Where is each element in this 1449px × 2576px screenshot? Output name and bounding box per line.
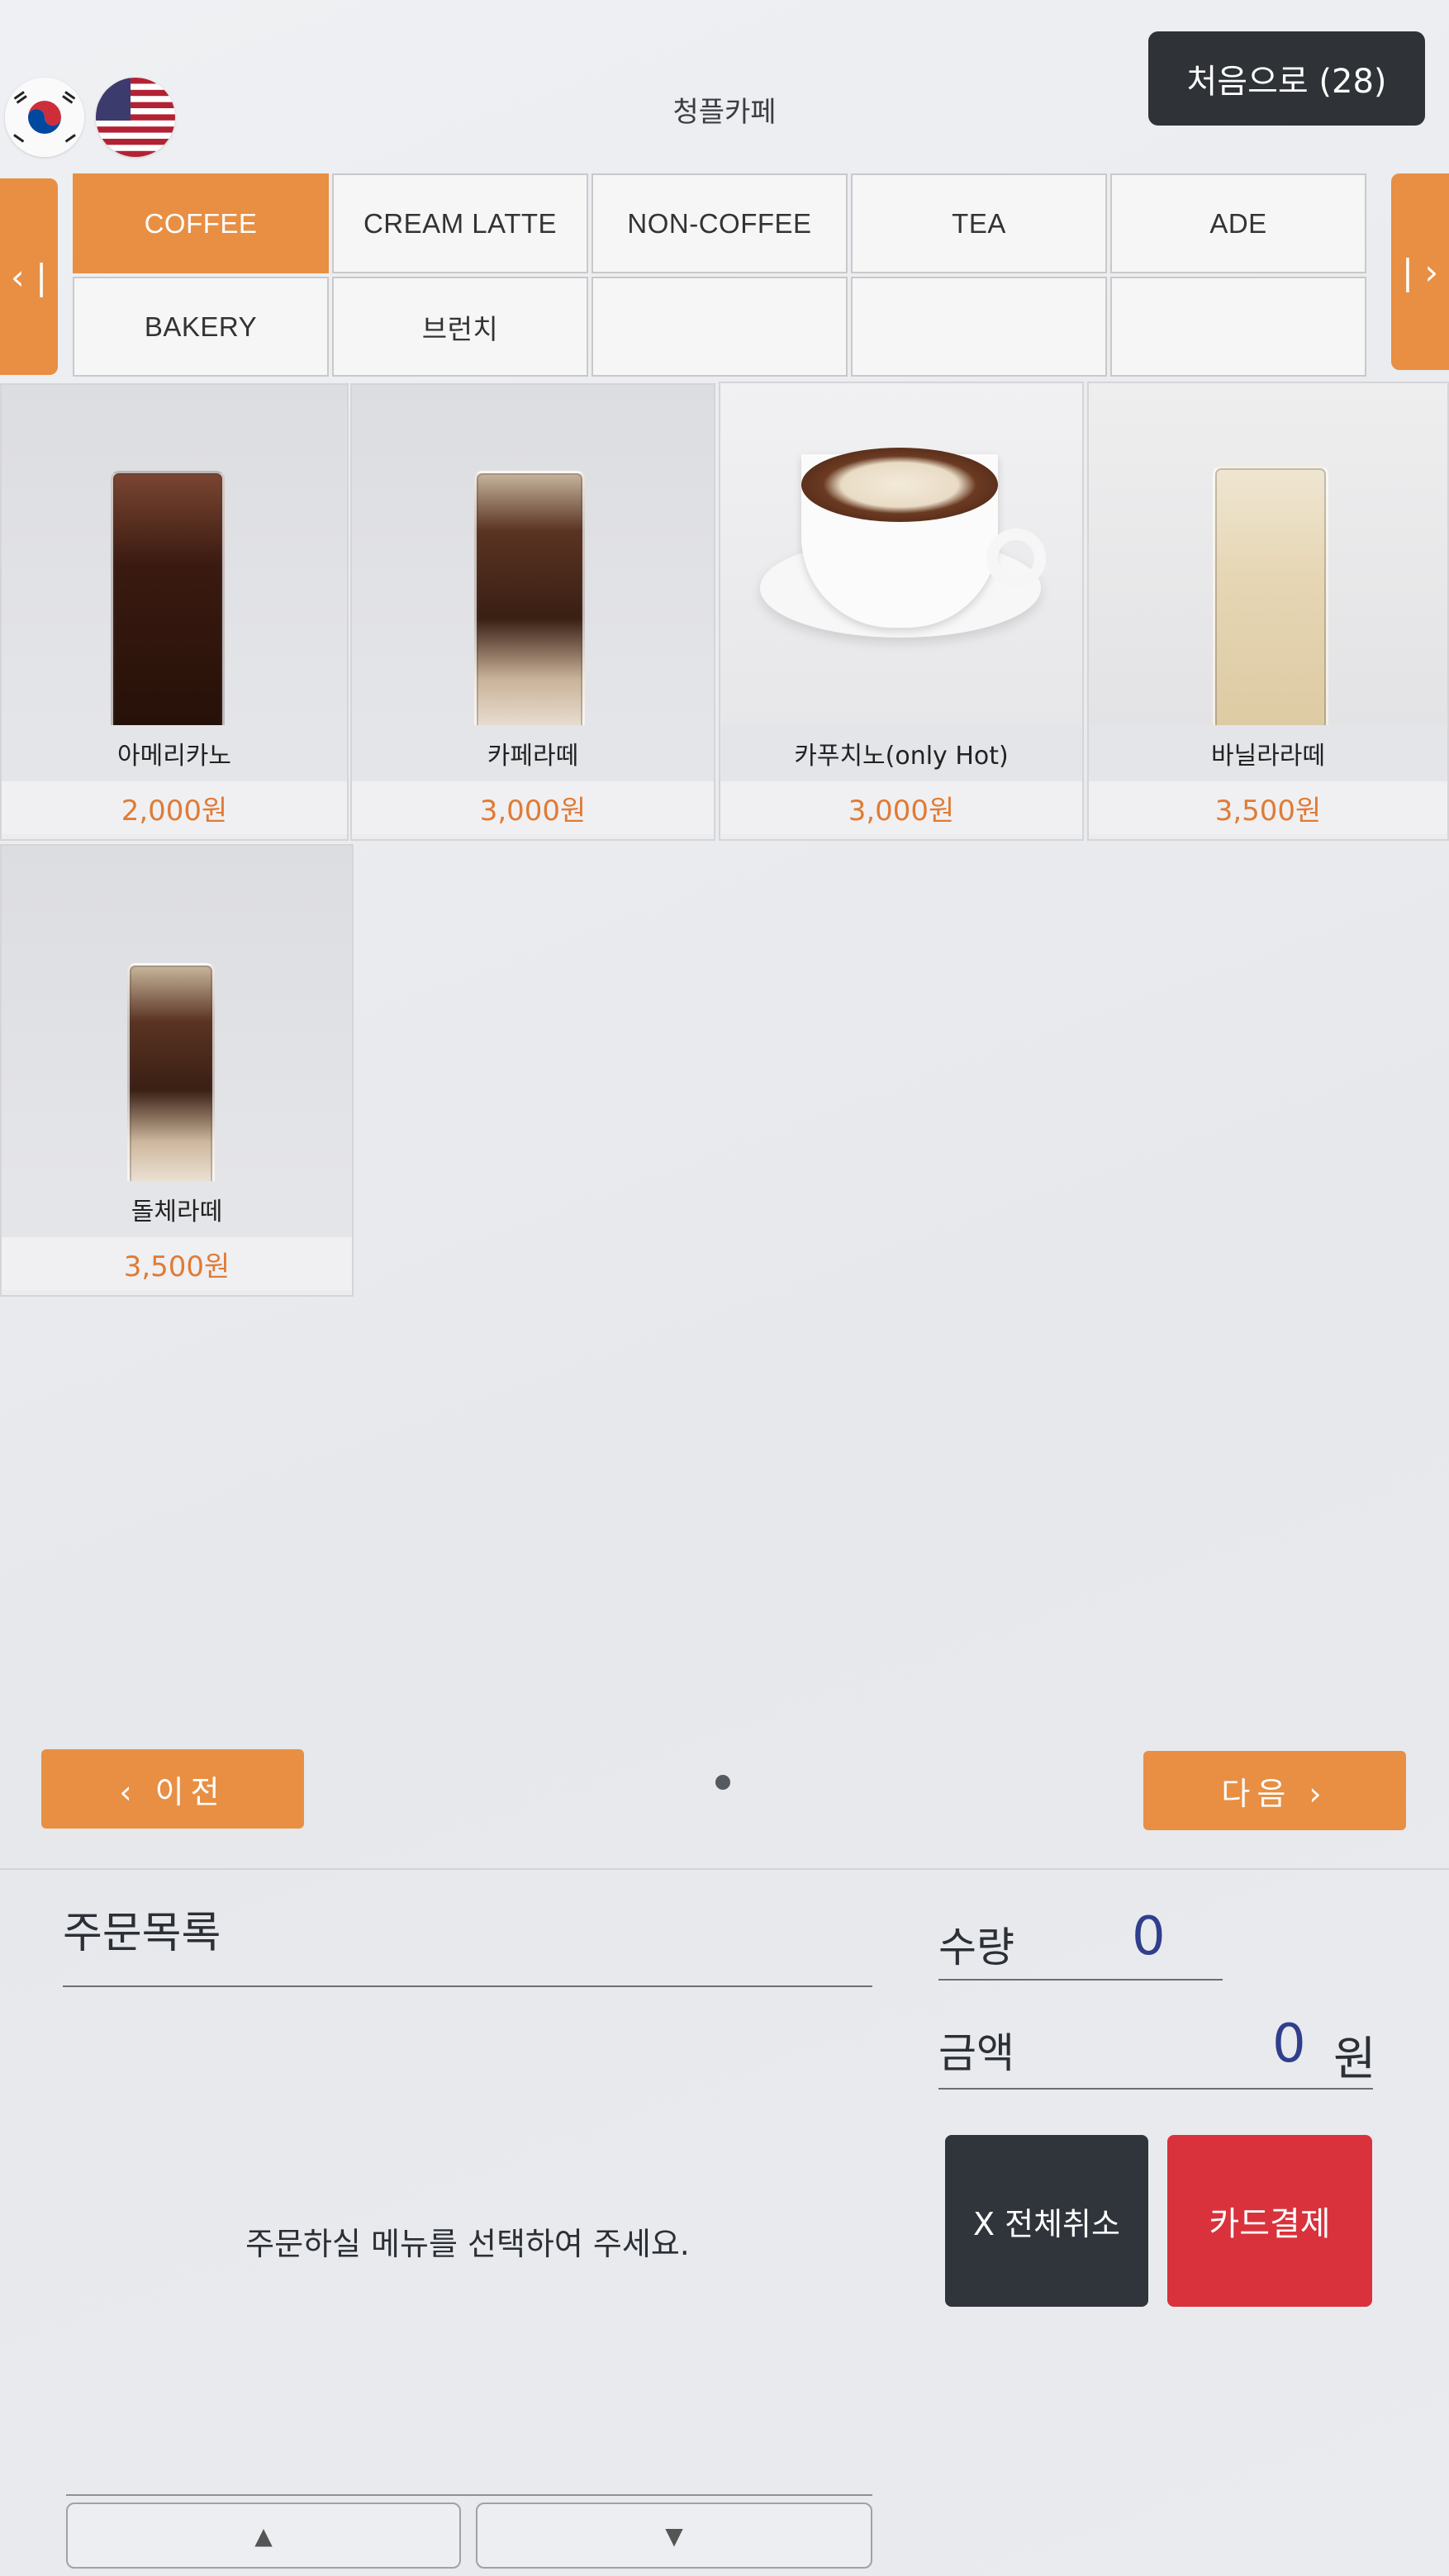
cafe-latte-photo <box>352 385 714 740</box>
menu-item-americano[interactable]: 아메리카노 2,000원 <box>0 383 349 841</box>
menu-item-name: 바닐라라떼 <box>1089 725 1447 781</box>
next-page-button[interactable]: 다음 › <box>1143 1751 1406 1830</box>
page-indicator-dot <box>715 1775 730 1790</box>
cancel-all-button[interactable]: X 전체취소 <box>945 2135 1148 2307</box>
amount-value: 0 <box>1272 2014 1306 2075</box>
dolce-latte-photo <box>2 846 352 1194</box>
amount-rule <box>938 2088 1373 2090</box>
menu-item-name: 돌체라떼 <box>2 1181 352 1237</box>
category-grid: COFFEE CREAM LATTE NON-COFFEE TEA ADE BA… <box>73 173 1366 377</box>
quantity-rule <box>938 1979 1223 1981</box>
menu-item-cafe-latte[interactable]: 카페라떼 3,000원 <box>350 383 715 841</box>
quantity-label: 수량 <box>938 1924 1014 1971</box>
empty-order-message: 주문하실 메뉴를 선택하여 주세요. <box>245 2226 690 2262</box>
menu-item-price: 3,000원 <box>720 781 1082 834</box>
category-brunch[interactable]: 브런치 <box>332 277 588 377</box>
category-empty-slot <box>1110 277 1366 377</box>
menu-item-name: 아메리카노 <box>2 725 347 781</box>
menu-item-name: 카페라떼 <box>352 725 714 781</box>
category-bakery[interactable]: BAKERY <box>73 277 329 377</box>
category-tea[interactable]: TEA <box>851 173 1107 273</box>
menu-item-cappuccino[interactable]: 카푸치노(only Hot) 3,000원 <box>719 382 1084 841</box>
home-countdown-button[interactable]: 처음으로 (28) <box>1148 31 1425 126</box>
menu-item-price: 3,500원 <box>2 1237 352 1290</box>
prev-page-button[interactable]: ‹ 이전 <box>41 1749 304 1829</box>
menu-item-name: 카푸치노(only Hot) <box>720 725 1082 781</box>
scroll-up-button[interactable]: ▲ <box>66 2502 461 2569</box>
card-payment-button[interactable]: 카드결제 <box>1167 2135 1372 2307</box>
category-ade[interactable]: ADE <box>1110 173 1366 273</box>
quantity-value: 0 <box>1132 1906 1166 1967</box>
scroll-rule <box>66 2494 872 2496</box>
category-prev-arrow[interactable]: ‹ | <box>0 178 58 375</box>
vanilla-latte-photo <box>1089 383 1447 740</box>
scroll-down-button[interactable]: ▼ <box>476 2502 872 2569</box>
category-cream-latte[interactable]: CREAM LATTE <box>332 173 588 273</box>
order-title-rule <box>63 1985 872 1987</box>
menu-item-price: 3,000원 <box>352 781 714 834</box>
americano-photo <box>2 385 347 740</box>
divider <box>0 1868 1449 1870</box>
menu-item-price: 2,000원 <box>2 781 347 834</box>
category-empty-slot <box>591 277 848 377</box>
menu-item-vanilla-latte[interactable]: 바닐라라떼 3,500원 <box>1087 382 1449 841</box>
menu-item-dolce-latte[interactable]: 돌체라떼 3,500원 <box>0 844 354 1297</box>
menu-item-price: 3,500원 <box>1089 781 1447 834</box>
amount-label: 금액 <box>938 2029 1014 2077</box>
category-non-coffee[interactable]: NON-COFFEE <box>591 173 848 273</box>
category-empty-slot <box>851 277 1107 377</box>
category-next-arrow[interactable]: | › <box>1391 173 1449 370</box>
cappuccino-photo <box>720 383 1082 725</box>
order-list-title: 주문목록 <box>63 1909 221 1958</box>
category-coffee[interactable]: COFFEE <box>73 173 329 273</box>
currency-label: 원 <box>1333 2033 1376 2086</box>
